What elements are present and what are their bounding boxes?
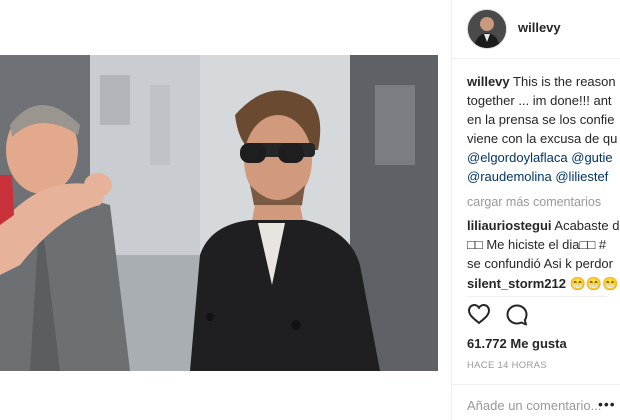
- caption-text: en la prensa se los confie: [467, 112, 615, 127]
- post-header: willevy: [452, 0, 620, 59]
- more-options-button[interactable]: •••: [598, 396, 616, 412]
- add-comment-divider: [452, 384, 620, 385]
- add-comment-input[interactable]: [467, 398, 602, 413]
- post-timestamp: HACE 14 HORAS: [467, 360, 547, 371]
- comment-text: □□ Me hiciste el dia□□ #: [467, 237, 607, 252]
- comment-button[interactable]: [505, 303, 531, 327]
- caption-mentions[interactable]: @raudemolina @liliestef: [467, 167, 620, 186]
- comment-bubble-icon: [506, 304, 528, 326]
- actions-divider: [467, 296, 607, 297]
- header-username[interactable]: willevy: [518, 20, 561, 35]
- comment-item: silent_storm212 😁😁😁: [467, 274, 620, 293]
- comment-username[interactable]: silent_storm212: [467, 276, 566, 291]
- post-photo[interactable]: [0, 55, 438, 371]
- comment-text: se confundió Asi k perdor: [467, 256, 613, 271]
- heart-icon: [467, 303, 491, 325]
- comment-item: liliauriostegui Acabaste d □□ Me hiciste…: [467, 216, 620, 273]
- caption-text: viene con la excusa de qu: [467, 131, 618, 146]
- caption-text: together ... im done!!! ant: [467, 93, 612, 108]
- likes-count[interactable]: 61.772 Me gusta: [467, 336, 567, 351]
- like-button[interactable]: [467, 303, 493, 327]
- caption-username[interactable]: willevy: [467, 74, 510, 89]
- comment-username[interactable]: liliauriostegui: [467, 218, 552, 233]
- more-dots-icon: •••: [598, 396, 616, 412]
- comment-text: Acabaste d: [551, 218, 620, 233]
- post-media-area: [0, 0, 452, 420]
- comment-text: 😁😁😁: [566, 276, 619, 291]
- load-more-comments-link[interactable]: cargar más comentarios: [467, 195, 601, 209]
- caption-mentions[interactable]: @elgordoylaflaca @gutie: [467, 148, 620, 167]
- post-side-panel: willevy willevy This is the reason toget…: [452, 0, 620, 420]
- avatar[interactable]: [467, 9, 507, 49]
- post-caption: willevy This is the reason together ... …: [467, 72, 620, 186]
- caption-text: This is the reason: [509, 74, 616, 89]
